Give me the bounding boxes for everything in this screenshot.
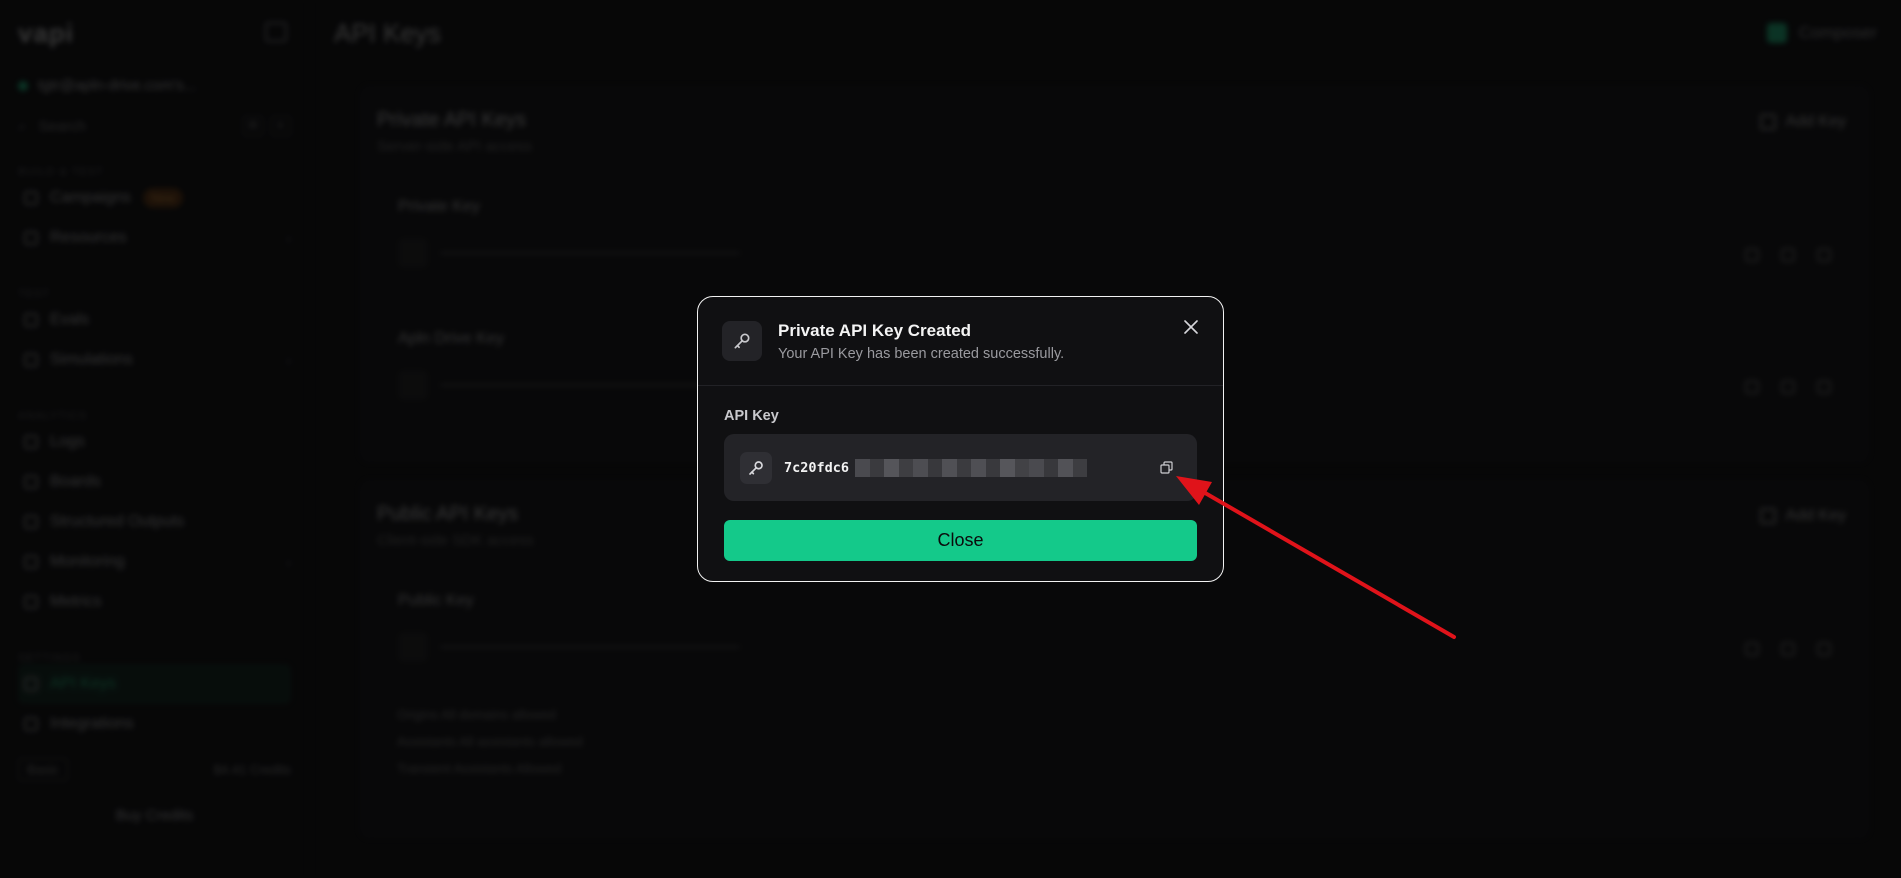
close-icon[interactable]: [1179, 315, 1203, 339]
dialog-header: Private API Key Created Your API Key has…: [698, 297, 1223, 386]
copy-icon[interactable]: [1157, 459, 1175, 477]
dialog-subtitle: Your API Key has been created successful…: [778, 345, 1065, 362]
key-icon: [722, 321, 762, 361]
api-key-field[interactable]: 7c20fdc6: [724, 434, 1197, 501]
api-key-value: 7c20fdc6: [784, 459, 850, 476]
redacted-key-segment: [855, 458, 1088, 477]
close-button[interactable]: Close: [724, 520, 1197, 561]
key-icon: [740, 451, 772, 484]
api-key-label: API Key: [724, 408, 779, 424]
dialog-title: Private API Key Created: [778, 320, 972, 340]
api-key-created-dialog: Private API Key Created Your API Key has…: [697, 296, 1224, 582]
